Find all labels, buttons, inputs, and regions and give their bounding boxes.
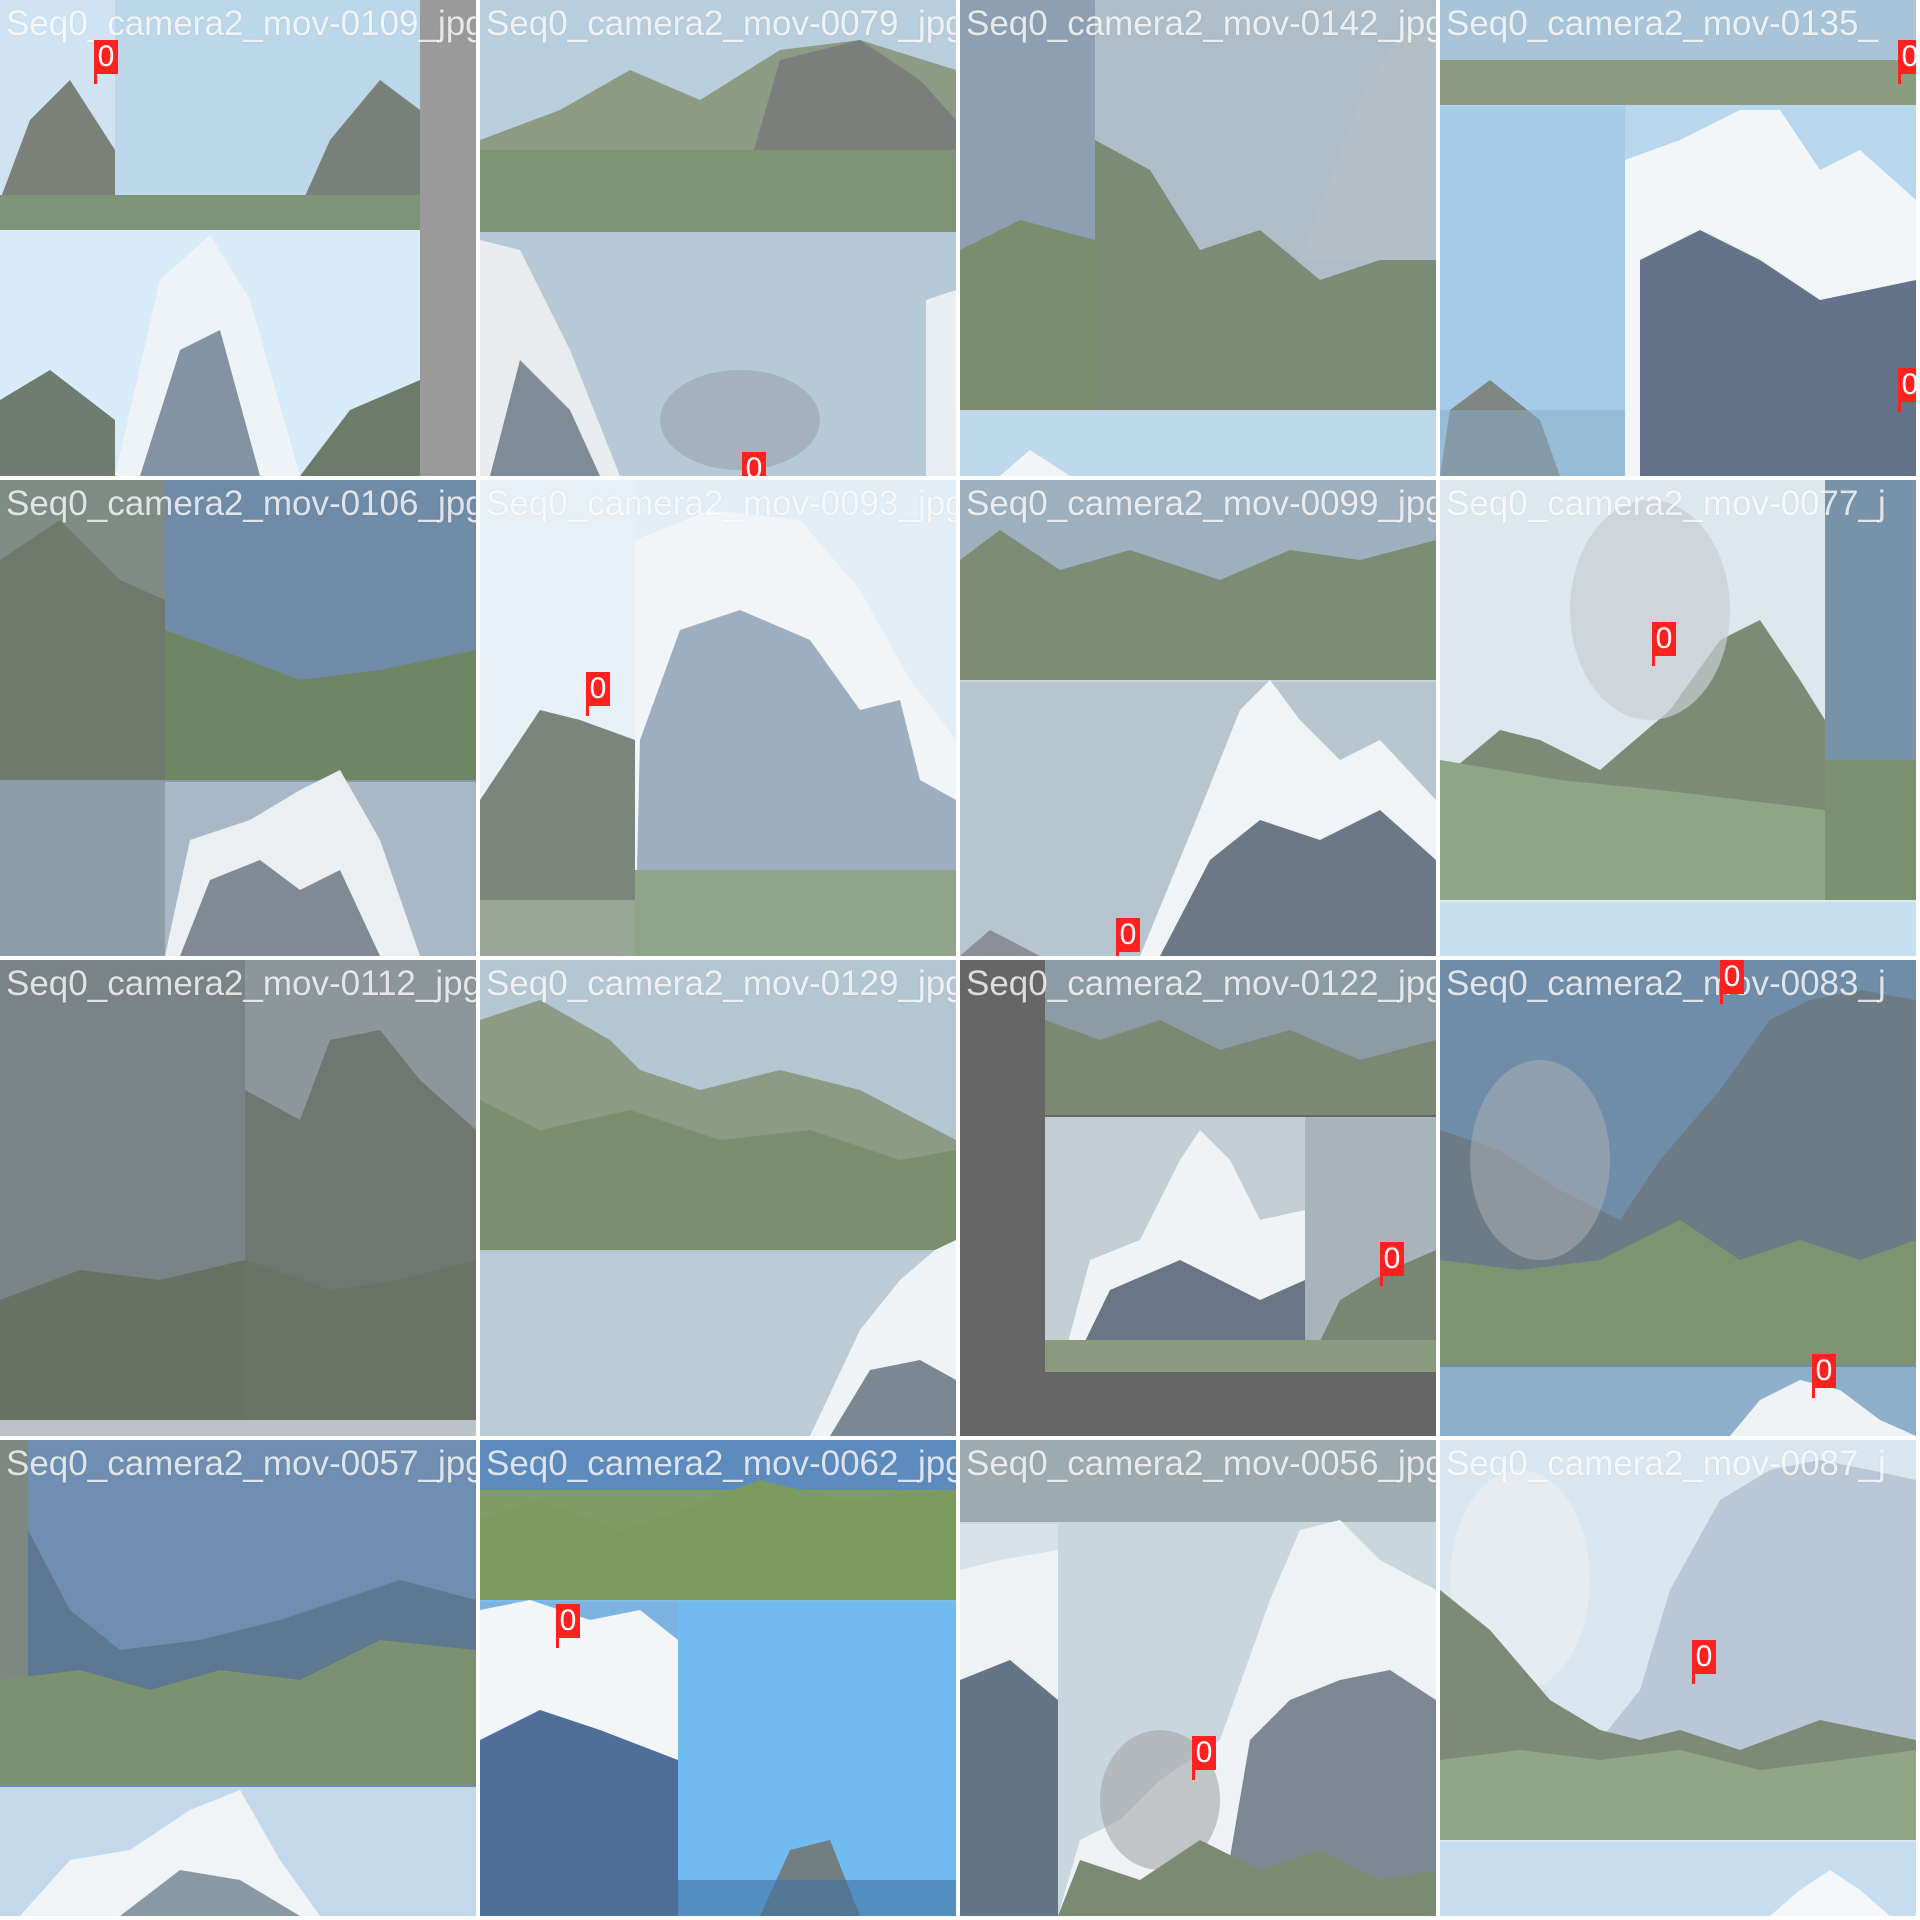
mosaic-tile: Seq0_camera2_mov-0087_j 0 bbox=[1438, 1438, 1918, 1918]
scene-image bbox=[960, 1440, 1436, 1916]
scene-image bbox=[480, 1440, 956, 1916]
tile-title: Seq0_camera2_mov-0122_jpg.rf. bbox=[966, 964, 1436, 1003]
scene-image bbox=[1440, 1440, 1916, 1916]
scene-image bbox=[480, 0, 956, 476]
scene-image bbox=[960, 0, 1436, 476]
mosaic-tile: Seq0_camera2_mov-0077_j 0 bbox=[1438, 478, 1918, 958]
tile-title: Seq0_camera2_mov-0062_jpg.rf. bbox=[486, 1444, 956, 1483]
tile-title: Seq0_camera2_mov-0135_ bbox=[1446, 4, 1878, 43]
class-label-box: 0 bbox=[94, 40, 118, 84]
class-label-box: 0 bbox=[586, 672, 610, 716]
tile-title: Seq0_camera2_mov-0056_jpg.rf. bbox=[966, 1444, 1436, 1483]
mosaic-tile: Seq0_camera2_mov-0112_jpg.rf. 6eab715224… bbox=[0, 958, 478, 1438]
class-label-box: 0 bbox=[742, 452, 766, 476]
tile-title: Seq0_camera2_mov-0112_jpg.rf. bbox=[6, 964, 476, 1003]
scene-image bbox=[0, 480, 476, 956]
tile-title: Seq0_camera2_mov-0129_jpg.rf. bbox=[486, 964, 956, 1003]
mosaic-tile: Seq0_camera2_mov-0135_ 0 0 bbox=[1438, 0, 1918, 478]
tile-title: Seq0_camera2_mov-0099_jpg.rf. bbox=[966, 484, 1436, 523]
tile-title: Seq0_camera2_mov-0057_jpg.rf. bbox=[6, 1444, 476, 1483]
tile-title: Seq0_camera2_mov-0093_jpg.rf. bbox=[486, 484, 956, 523]
class-label-box: 0 bbox=[1720, 960, 1744, 1004]
mosaic-grid: Seq0_camera2_mov-0109_jpg.rf. 0 3ab83256… bbox=[0, 0, 1920, 1920]
class-label-box: 0 bbox=[1812, 1354, 1836, 1398]
class-label-box: 0 bbox=[1898, 368, 1916, 412]
scene-image bbox=[960, 480, 1436, 956]
scene-image bbox=[0, 1440, 476, 1916]
mosaic-tile: Seq0_camera2_mov-0142_jpg.rf. d146feab18… bbox=[958, 0, 1438, 478]
tile-title: Seq0_camera2_mov-0083_j bbox=[1446, 964, 1886, 1003]
class-label-box: 0 bbox=[1116, 918, 1140, 956]
class-label-box: 0 bbox=[1898, 40, 1916, 84]
scene-image bbox=[480, 480, 956, 956]
class-label-box: 0 bbox=[1192, 1736, 1216, 1780]
scene-image bbox=[0, 0, 476, 476]
class-label-box: 0 bbox=[1692, 1640, 1716, 1684]
tile-title: Seq0_camera2_mov-0077_j bbox=[1446, 484, 1886, 523]
mosaic-tile: Seq0_camera2_mov-0099_jpg.rf. 0 2a54e2a1… bbox=[958, 478, 1438, 958]
tile-title: Seq0_camera2_mov-0109_jpg.rf. bbox=[6, 4, 476, 43]
class-label-box: 0 bbox=[556, 1604, 580, 1648]
scene-image bbox=[1440, 0, 1916, 476]
mosaic-tile: Seq0_camera2_mov-0083_j 0 0 bbox=[1438, 958, 1918, 1438]
mosaic-tile: Seq0_camera2_mov-0109_jpg.rf. 0 3ab83256… bbox=[0, 0, 478, 478]
scene-image bbox=[1440, 480, 1916, 956]
tile-title: Seq0_camera2_mov-0142_jpg.rf. bbox=[966, 4, 1436, 43]
tile-title: Seq0_camera2_mov-0087_j bbox=[1446, 1444, 1886, 1483]
mosaic-tile: Seq0_camera2_mov-0106_jpg.rf. 2295e9f2e6 bbox=[0, 478, 478, 958]
mosaic-tile: Seq0_camera2_mov-0093_jpg.rf. 0 1a0e8b32… bbox=[478, 478, 958, 958]
scene-image bbox=[1440, 960, 1916, 1436]
class-label-box: 0 bbox=[1652, 622, 1676, 666]
tile-title: Seq0_camera2_mov-0106_jpg.rf. bbox=[6, 484, 476, 523]
mosaic-tile: Seq0_camera2_mov-0129_jpg.rf. 9b7712a510… bbox=[478, 958, 958, 1438]
mosaic-tile: Seq0_camera2_mov-0056_jpg.rf. 0 bd92d1a2… bbox=[958, 1438, 1438, 1918]
mosaic-tile: Seq0_camera2_mov-0079_jpg.rf. 0 2c0a7a4e… bbox=[478, 0, 958, 478]
scene-image bbox=[960, 960, 1436, 1436]
scene-image bbox=[0, 960, 476, 1436]
mosaic-tile: Seq0_camera2_mov-0057_jpg.rf. 5c0905d2c8… bbox=[0, 1438, 478, 1918]
mosaic-tile: Seq0_camera2_mov-0062_jpg.rf. 0 e67aa432… bbox=[478, 1438, 958, 1918]
class-label-box: 0 bbox=[1380, 1242, 1404, 1286]
scene-image bbox=[480, 960, 956, 1436]
tile-title: Seq0_camera2_mov-0079_jpg.rf. bbox=[486, 4, 956, 43]
mosaic-tile: Seq0_camera2_mov-0122_jpg.rf. 0 8a3184b7… bbox=[958, 958, 1438, 1438]
